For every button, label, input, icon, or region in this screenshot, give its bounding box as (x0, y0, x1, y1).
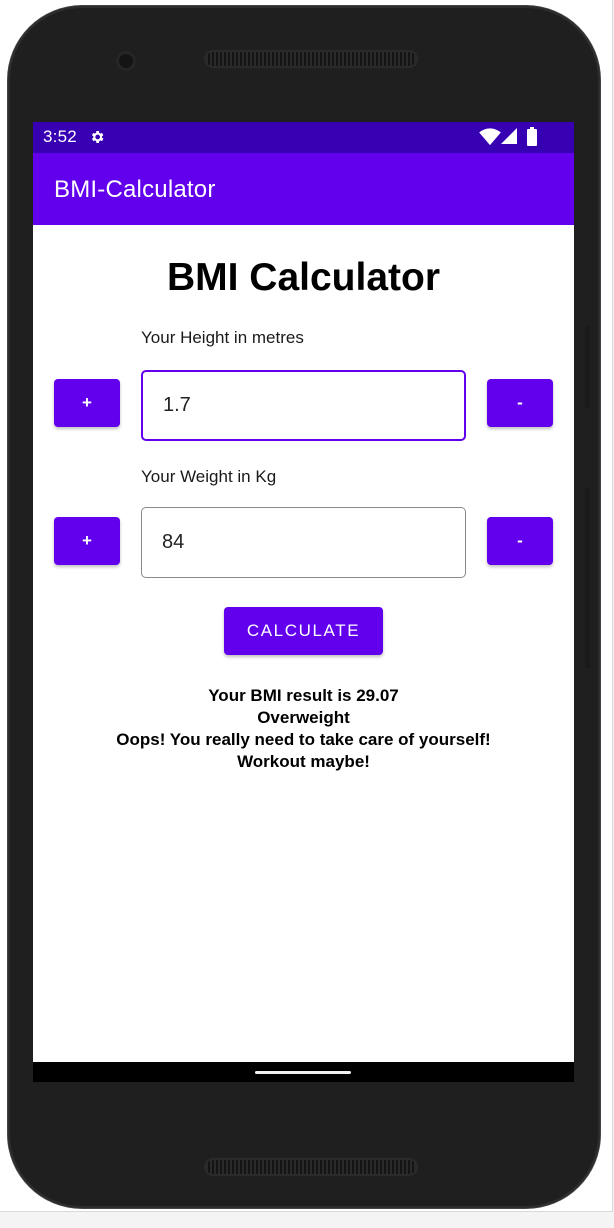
app-bar: BMI-Calculator (33, 153, 574, 225)
calculate-button[interactable]: CALCULATE (224, 607, 383, 655)
wifi-icon (479, 128, 501, 146)
app-title: BMI-Calculator (54, 176, 216, 203)
battery-icon (527, 127, 537, 146)
bottom-speaker-grille (204, 1158, 418, 1176)
volume-rocker[interactable] (585, 488, 590, 668)
home-gesture-pill[interactable] (255, 1071, 351, 1074)
bmi-category: Overweight (257, 708, 350, 727)
app-screen: 3:52 BMI-Calculator BMI Calculator Your … (33, 122, 574, 1082)
weight-input[interactable]: 84 (141, 507, 466, 578)
status-bar: 3:52 (33, 122, 574, 153)
navigation-bar (33, 1062, 574, 1082)
bmi-advice: Oops! You really need to take care of yo… (116, 730, 491, 749)
height-decrement-button[interactable]: - (487, 379, 553, 427)
weight-label: Your Weight in Kg (141, 467, 277, 486)
front-camera (116, 51, 136, 71)
top-speaker-grille (204, 50, 418, 68)
page-title: BMI Calculator (166, 256, 441, 299)
status-time: 3:52 (43, 127, 77, 146)
gear-icon (91, 131, 104, 143)
cell-signal-icon (501, 128, 517, 144)
bmi-result-value: Your BMI result is 29.07 (208, 686, 399, 705)
bmi-suggestion: Workout maybe! (237, 752, 370, 771)
weight-decrement-button[interactable]: - (487, 517, 553, 565)
power-button[interactable] (585, 326, 590, 408)
height-input[interactable]: 1.7 (141, 370, 466, 441)
height-increment-button[interactable]: + (54, 379, 120, 427)
weight-increment-button[interactable]: + (54, 517, 120, 565)
bmi-result: Your BMI result is 29.07 Overweight Oops… (33, 685, 574, 773)
height-label: Your Height in metres (141, 328, 304, 347)
